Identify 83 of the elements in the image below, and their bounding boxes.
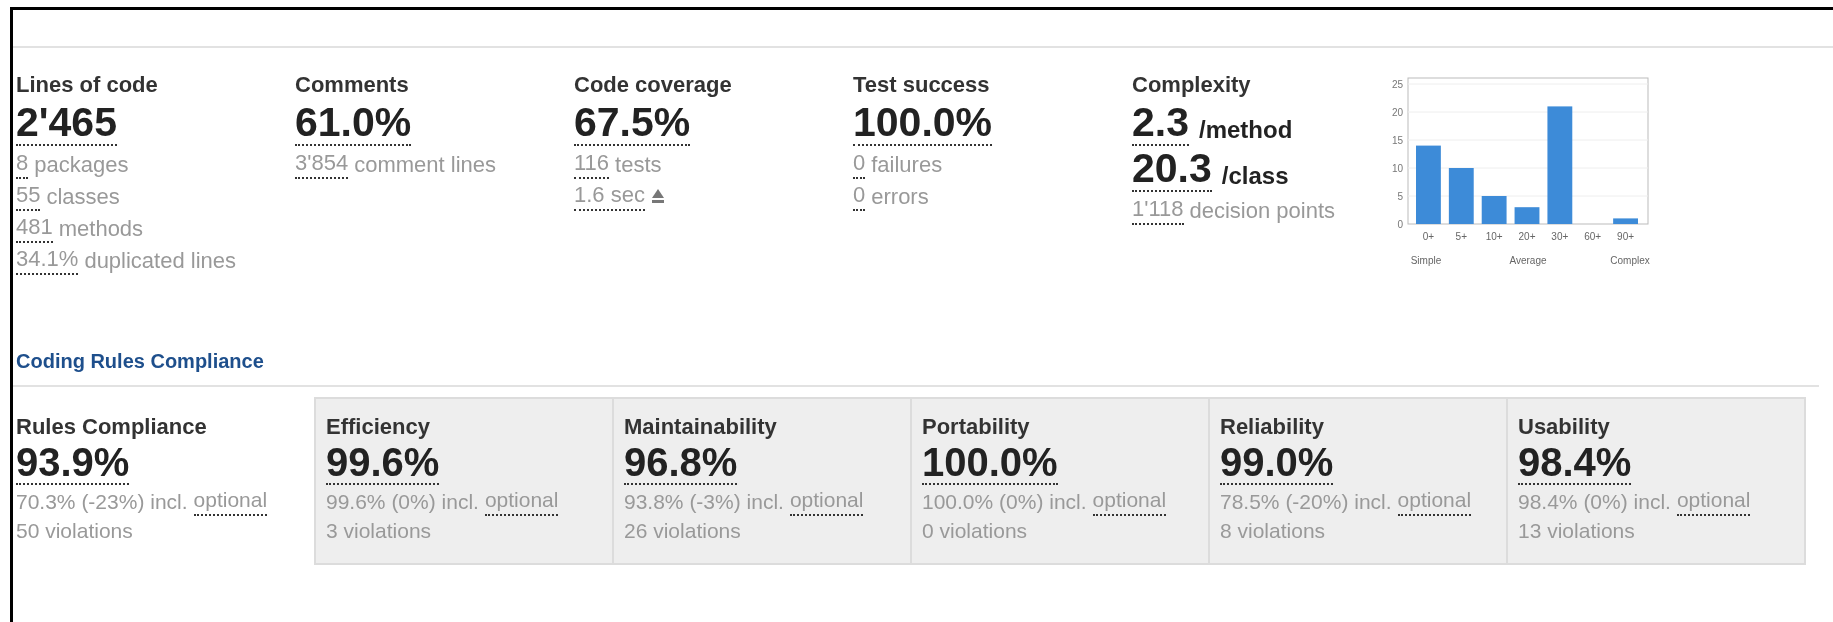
detail-text: 99.6% (0%) incl. (326, 489, 479, 515)
detail-text: decision points (1189, 196, 1336, 225)
detail-text: failures (871, 150, 943, 179)
detail-link[interactable]: 116 (574, 149, 610, 179)
optional-link[interactable]: optional (1397, 488, 1472, 516)
detail-text: 70.3% (-23%) incl. (16, 489, 188, 515)
optional-link[interactable]: optional (1092, 488, 1167, 516)
axis-label: 20+ (1518, 231, 1536, 242)
bar (1514, 207, 1540, 224)
axis-label: 90+ (1617, 231, 1635, 242)
y-tick-label: 10 (1391, 163, 1404, 174)
rule-title: Efficiency (326, 413, 430, 441)
metric-value-link[interactable]: 61.0% (295, 100, 412, 146)
metric-title: Test success (853, 71, 990, 99)
y-tick-label: 20 (1391, 107, 1404, 118)
y-tick-label: 5 (1397, 191, 1404, 202)
axis-group-label: Average (1509, 255, 1547, 266)
rule-title: Maintainability (624, 413, 777, 441)
detail-text: errors (871, 182, 929, 211)
axis-label: 10+ (1485, 231, 1503, 242)
unit-label: /class (1221, 161, 1289, 191)
metric-value-link[interactable]: 67.5% (574, 100, 691, 146)
detail-text: 100.0% (0%) incl. (922, 489, 1087, 515)
y-tick-label: 25 (1391, 79, 1404, 90)
rule-value-link[interactable]: 96.8% (624, 441, 738, 485)
rule-value-link[interactable]: 99.6% (326, 441, 440, 485)
optional-link[interactable]: optional (193, 488, 268, 516)
detail-text: tests (615, 150, 662, 179)
y-tick-label: 0 (1397, 219, 1404, 230)
rule-title: Rules Compliance (16, 413, 207, 441)
section-heading: Coding Rules Compliance (16, 349, 264, 374)
metric-title: Comments (295, 71, 409, 99)
detail-link[interactable]: 34.1% (16, 245, 79, 275)
violations-text: 13 violations (1518, 518, 1635, 544)
detail-link[interactable]: 3'854 (295, 149, 349, 179)
detail-text: 78.5% (-20%) incl. (1220, 489, 1392, 515)
rule-title: Portability (922, 413, 1030, 441)
axis-label: 30+ (1551, 231, 1569, 242)
violations-text: 8 violations (1220, 518, 1326, 544)
axis-label: 60+ (1584, 231, 1602, 242)
metric-title: Complexity (1132, 71, 1251, 99)
detail-link[interactable]: 481 (16, 213, 53, 243)
axis-label: 5+ (1455, 231, 1467, 242)
violations-text: 26 violations (624, 518, 741, 544)
rule-title: Usability (1518, 413, 1610, 441)
unit-label: /method (1199, 115, 1293, 145)
rule-value-link[interactable]: 100.0% (922, 441, 1058, 485)
detail-text: duplicated lines (84, 246, 237, 275)
metric-value-link[interactable]: 2.3 (1132, 100, 1189, 146)
detail-text: packages (34, 150, 129, 179)
metric-value-link[interactable]: 100.0% (853, 100, 993, 146)
bar (1481, 196, 1507, 224)
detail-text: 93.8% (-3%) incl. (624, 489, 784, 515)
metric-value-link[interactable]: 2'465 (16, 100, 117, 146)
detail-link[interactable]: 1'118 (1132, 195, 1184, 225)
optional-link[interactable]: optional (1676, 488, 1751, 516)
rule-value-link[interactable]: 93.9% (16, 441, 130, 485)
axis-label: 0+ (1422, 231, 1435, 242)
rule-value-link[interactable]: 98.4% (1518, 441, 1632, 485)
detail-text: classes (46, 182, 120, 211)
optional-link[interactable]: optional (789, 488, 864, 516)
metric-title: Lines of code (16, 71, 158, 99)
rule-value-link[interactable]: 99.0% (1220, 441, 1334, 485)
axis-group-label: Simple (1410, 255, 1442, 266)
detail-text: methods (58, 214, 144, 243)
detail-link[interactable]: 8 (16, 149, 29, 179)
detail-text: comment lines (354, 150, 496, 179)
detail-link[interactable]: 1.6 sec (574, 181, 645, 211)
axis-group-label: Complex (1610, 255, 1650, 266)
optional-link[interactable]: optional (484, 488, 559, 516)
detail-text: 98.4% (0%) incl. (1518, 489, 1671, 515)
detail-link[interactable]: 55 (16, 181, 41, 211)
metric-title: Code coverage (574, 71, 732, 99)
bar (1613, 218, 1638, 224)
metric-value-link[interactable]: 20.3 (1132, 146, 1212, 192)
violations-text: 0 violations (922, 518, 1028, 544)
detail-link[interactable]: 0 (853, 149, 866, 179)
rule-title: Reliability (1220, 413, 1324, 441)
bar (1448, 168, 1474, 224)
y-tick-label: 15 (1391, 135, 1404, 146)
violations-text: 50 violations (16, 518, 133, 544)
violations-text: 3 violations (326, 518, 432, 544)
detail-link[interactable]: 0 (853, 181, 866, 211)
